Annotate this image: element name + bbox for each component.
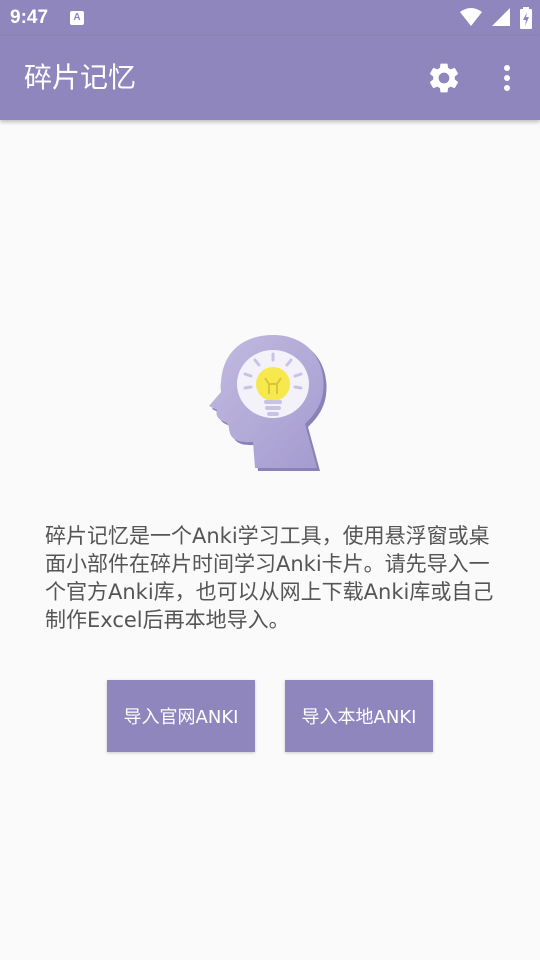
status-time: 9:47 (10, 7, 49, 28)
signal-icon (491, 8, 510, 26)
wifi-icon (459, 8, 482, 26)
status-bar: 9:47 A (0, 0, 540, 36)
app-description: 碎片记忆是一个Anki学习工具，使用悬浮窗或桌面小部件在碎片时间学习Anki卡片… (45, 524, 494, 632)
battery-charging-icon (520, 7, 532, 29)
import-local-anki-button[interactable]: 导入本地ANKI (285, 680, 433, 752)
head-with-lightbulb-icon (205, 332, 330, 472)
import-official-anki-button[interactable]: 导入官网ANKI (107, 680, 255, 752)
notification-icon: A (70, 11, 84, 25)
app-bar: 碎片记忆 (0, 36, 540, 120)
app-title: 碎片记忆 (24, 61, 137, 94)
settings-icon (429, 63, 459, 93)
more-vert-icon (504, 65, 510, 91)
status-icons (456, 7, 532, 29)
settings-button[interactable] (426, 60, 462, 96)
more-options-button[interactable] (492, 60, 522, 96)
